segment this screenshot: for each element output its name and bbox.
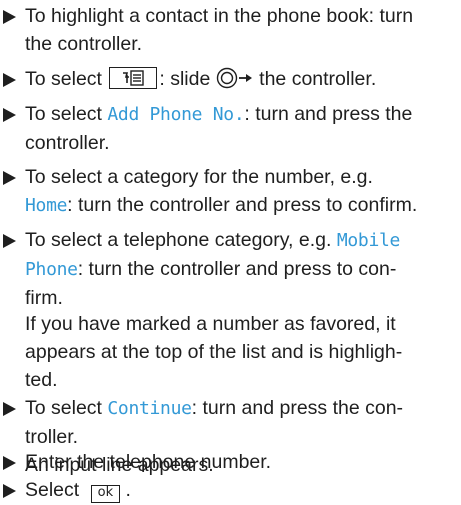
step-text: To select a telephone category, e.g. xyxy=(25,229,332,251)
note-text-line: ted. xyxy=(25,369,58,391)
phone-book-menu-icon xyxy=(109,67,158,89)
instruction-page: To highlight a contact in the phone book… xyxy=(0,0,461,505)
menu-option-add-phone: Add Phone No. xyxy=(107,104,245,125)
step-text: To select xyxy=(25,103,102,125)
step-text: the controller. xyxy=(259,68,377,90)
step-text-line: controller. xyxy=(25,132,110,154)
step-text: : slide xyxy=(159,68,211,90)
step-text-line: To select a category for the number, e.g… xyxy=(25,166,373,188)
step-text-line: To select Add Phone No.: turn and press … xyxy=(0,100,461,129)
bullet-arrow-icon xyxy=(3,402,16,416)
step-text-line: troller. xyxy=(25,426,79,448)
step-text: . xyxy=(125,479,131,501)
step-select-ok: Select ok . xyxy=(0,476,461,504)
controller-slide-right-icon xyxy=(216,67,254,97)
step-text-line: Home: turn the controller and press to c… xyxy=(0,191,461,220)
step-text-line: To select : slide the controller. xyxy=(0,65,461,97)
step-text-line: To select Continue: turn and press the c… xyxy=(0,394,461,423)
note-text-line: appears at the top of the list and is hi… xyxy=(25,341,403,363)
note-text-line: If you have marked a number as favored, … xyxy=(25,313,396,335)
step-text: : turn and press the con- xyxy=(191,397,404,419)
step-text-line: firm. xyxy=(25,287,63,309)
menu-option-home: Home xyxy=(25,195,68,216)
ok-key: ok xyxy=(90,485,121,503)
step-enter-number: Enter the telephone number. xyxy=(0,448,461,476)
step-text: Select xyxy=(25,479,80,501)
step-select-menu: To select : slide the controller. xyxy=(0,65,461,97)
step-text: : turn and press the xyxy=(244,103,413,125)
menu-option-phone: Phone xyxy=(25,259,78,280)
menu-option-mobile: Mobile xyxy=(336,230,401,251)
bullet-arrow-icon xyxy=(3,234,16,248)
bullet-arrow-icon xyxy=(3,484,16,498)
step-add-phone: To select Add Phone No.: turn and press … xyxy=(0,100,461,157)
bullet-arrow-icon xyxy=(3,73,16,87)
bullet-arrow-icon xyxy=(3,456,16,470)
step-highlight-contact: To highlight a contact in the phone book… xyxy=(0,2,461,58)
step-text-line: Phone: turn the controller and press to … xyxy=(0,255,461,284)
step-text-line: To select a telephone category, e.g. Mob… xyxy=(0,226,461,255)
favored-number-note: If you have marked a number as favored, … xyxy=(0,310,461,394)
step-text: To select xyxy=(25,68,102,90)
step-text-line: Select ok . xyxy=(0,476,461,504)
step-text: : turn the controller and press to con- xyxy=(77,258,397,280)
step-select-category: To select a category for the number, e.g… xyxy=(0,163,461,220)
step-telephone-category: To select a telephone category, e.g. Mob… xyxy=(0,226,461,312)
bullet-arrow-icon xyxy=(3,171,16,185)
bullet-arrow-icon xyxy=(3,10,16,24)
step-text-line: To highlight a contact in the phone book… xyxy=(25,5,414,27)
step-text-line: the controller. xyxy=(25,33,143,55)
step-text-line: Enter the telephone number. xyxy=(25,451,272,473)
step-text: : turn the controller and press to confi… xyxy=(67,194,418,216)
bullet-arrow-icon xyxy=(3,108,16,122)
menu-option-continue: Continue xyxy=(107,398,192,419)
step-text: To select xyxy=(25,397,102,419)
